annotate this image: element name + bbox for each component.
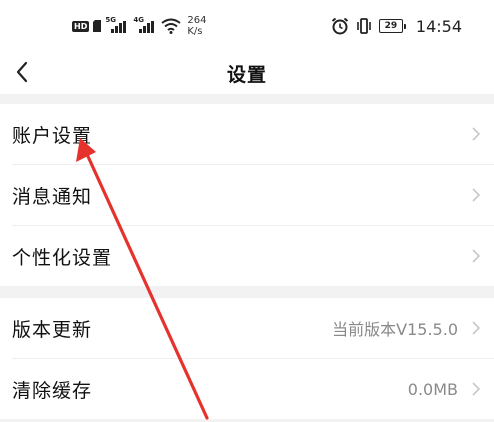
alarm-icon — [331, 17, 349, 35]
status-bar: HD 5G 4G 264 K/s 29 14:54 — [0, 0, 494, 50]
network-speed-value: 264 — [187, 15, 207, 26]
battery-level: 29 — [378, 19, 403, 33]
hd-badge: HD — [72, 20, 90, 32]
mobile-signal-1: 5G — [105, 16, 129, 35]
vibrate-icon — [357, 18, 371, 34]
row-label: 清除缓存 — [12, 379, 93, 402]
status-left: HD 5G 4G 264 K/s — [72, 14, 206, 38]
settings-row-notifications[interactable]: 消息通知 — [0, 165, 494, 225]
row-label: 版本更新 — [12, 318, 93, 341]
status-right: 29 14:54 — [331, 14, 462, 38]
battery-tip — [403, 23, 406, 29]
cache-size-value: 0.0MB — [407, 379, 458, 399]
row-label: 个性化设置 — [12, 246, 113, 269]
signal-bars-icon — [111, 21, 127, 33]
chevron-right-icon — [472, 321, 481, 335]
settings-row-clear-cache[interactable]: 清除缓存 0.0MB — [0, 359, 494, 419]
sim-card-icon — [93, 20, 102, 32]
section-gap — [0, 286, 494, 298]
settings-row-version-update[interactable]: 版本更新 当前版本V15.5.0 — [0, 298, 494, 358]
chevron-right-icon — [472, 188, 481, 202]
battery-indicator: 29 — [378, 19, 406, 33]
network-speed: 264 K/s — [187, 15, 206, 37]
settings-row-personalization[interactable]: 个性化设置 — [0, 226, 494, 286]
chevron-right-icon — [472, 127, 481, 141]
chevron-right-icon — [472, 249, 481, 263]
mobile-signal-2: 4G — [133, 16, 157, 35]
page-title: 设置 — [226, 64, 267, 86]
section-gap — [0, 94, 494, 104]
current-version-value: 当前版本V15.5.0 — [332, 320, 458, 339]
status-time: 14:54 — [415, 16, 462, 36]
wifi-icon — [161, 18, 181, 34]
row-label: 账户设置 — [12, 124, 93, 147]
nav-header: 设置 — [0, 50, 494, 94]
chevron-right-icon — [472, 382, 481, 396]
settings-row-account[interactable]: 账户设置 — [0, 104, 494, 164]
row-label: 消息通知 — [12, 185, 93, 208]
signal-bars-icon — [139, 21, 155, 33]
network-speed-unit: K/s — [187, 26, 203, 37]
